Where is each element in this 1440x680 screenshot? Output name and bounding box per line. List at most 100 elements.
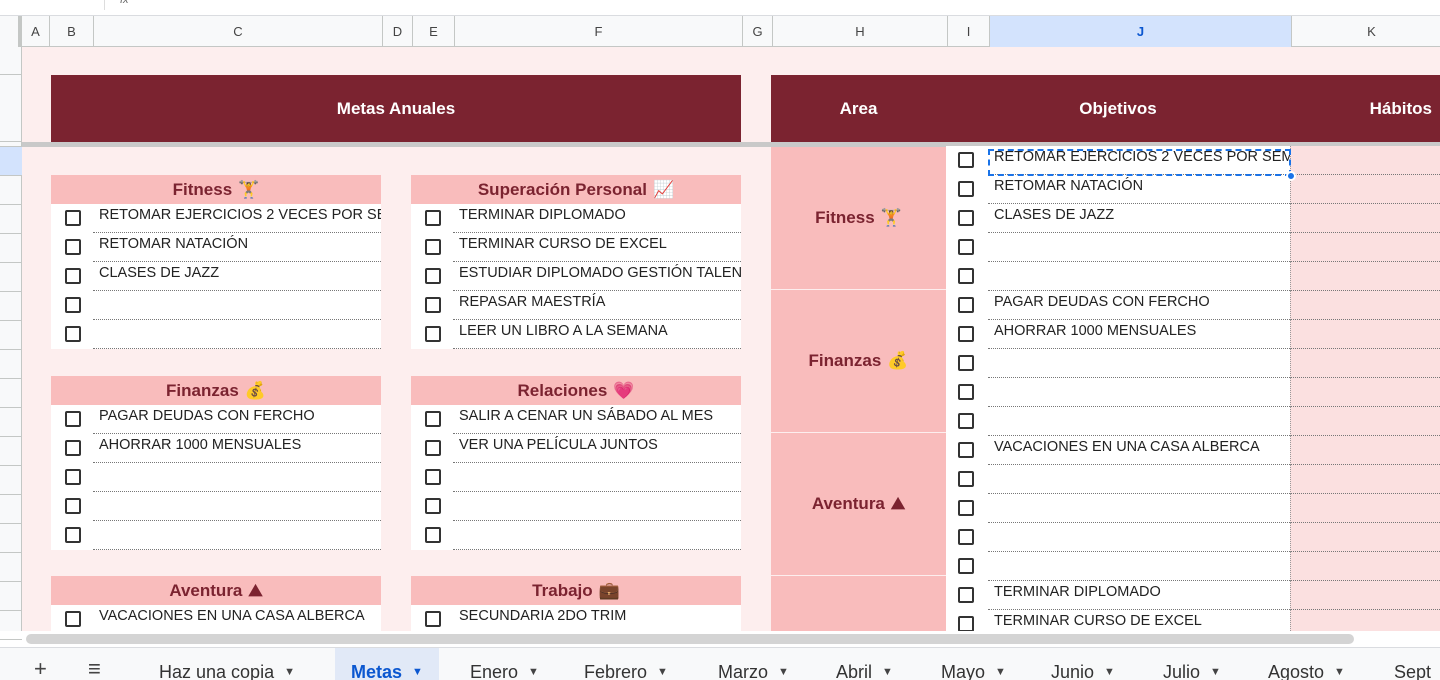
checkbox[interactable] — [958, 268, 974, 284]
checkbox[interactable] — [65, 239, 81, 255]
goal-item-text[interactable]: REPASAR MAESTRÍA — [453, 291, 741, 320]
objetivo-text[interactable]: PAGAR DEUDAS CON FERCHO — [988, 291, 1290, 320]
fill-handle[interactable] — [1286, 171, 1296, 181]
column-header-g[interactable]: G — [743, 16, 773, 47]
sheet-tab-mayo[interactable]: Mayo ▼ — [925, 648, 1022, 680]
row-header[interactable] — [0, 292, 22, 321]
checkbox[interactable] — [425, 611, 441, 627]
habito-cell[interactable] — [1290, 320, 1440, 349]
habito-cell[interactable] — [1290, 233, 1440, 262]
row-header[interactable] — [0, 350, 22, 379]
sheet-tab-metas[interactable]: Metas ▼ — [335, 648, 439, 680]
checkbox[interactable] — [65, 326, 81, 342]
column-header-f[interactable]: F — [455, 16, 743, 47]
row-header[interactable] — [0, 611, 22, 640]
goal-item-text[interactable] — [93, 521, 381, 550]
checkbox[interactable] — [65, 498, 81, 514]
sheet-tab-enero[interactable]: Enero ▼ — [454, 648, 555, 680]
sheet-tab-sept[interactable]: Sept — [1378, 648, 1440, 680]
goal-item-text[interactable]: SALIR A CENAR UN SÁBADO AL MES — [453, 405, 741, 434]
checkbox[interactable] — [425, 210, 441, 226]
checkbox[interactable] — [425, 440, 441, 456]
tab-dropdown-icon[interactable]: ▼ — [412, 666, 423, 678]
row-header[interactable] — [0, 234, 22, 263]
goal-item-text[interactable] — [93, 320, 381, 349]
column-header-j[interactable]: J — [990, 16, 1292, 47]
checkbox[interactable] — [65, 411, 81, 427]
checkbox[interactable] — [958, 616, 974, 631]
checkbox[interactable] — [958, 210, 974, 226]
objetivo-text[interactable]: RETOMAR NATACIÓN — [988, 175, 1290, 204]
scrollbar-thumb[interactable] — [26, 634, 1354, 644]
habito-cell[interactable] — [1290, 523, 1440, 552]
checkbox[interactable] — [958, 471, 974, 487]
checkbox[interactable] — [425, 498, 441, 514]
horizontal-scrollbar[interactable] — [22, 631, 1440, 647]
goal-item-text[interactable]: VACACIONES EN UNA CASA ALBERCA — [93, 605, 381, 631]
objetivo-text[interactable] — [988, 494, 1290, 523]
column-header-h[interactable]: H — [773, 16, 948, 47]
goal-item-text[interactable]: AHORRAR 1000 MENSUALES — [93, 434, 381, 463]
checkbox[interactable] — [425, 297, 441, 313]
goal-item-text[interactable]: TERMINAR CURSO DE EXCEL — [453, 233, 741, 262]
habito-cell[interactable] — [1290, 436, 1440, 465]
checkbox[interactable] — [425, 411, 441, 427]
checkbox[interactable] — [958, 587, 974, 603]
objetivo-text[interactable] — [988, 465, 1290, 494]
goal-item-text[interactable]: RETOMAR NATACIÓN — [93, 233, 381, 262]
row-header[interactable] — [0, 263, 22, 292]
goal-item-text[interactable]: CLASES DE JAZZ — [93, 262, 381, 291]
goal-item-text[interactable] — [453, 521, 741, 550]
habito-cell[interactable] — [1290, 552, 1440, 581]
sheet-tab-abril[interactable]: Abril ▼ — [820, 648, 909, 680]
checkbox[interactable] — [425, 268, 441, 284]
column-header-a[interactable]: A — [22, 16, 50, 47]
checkbox[interactable] — [65, 469, 81, 485]
tab-dropdown-icon[interactable]: ▼ — [284, 666, 295, 678]
column-header-c[interactable]: C — [94, 16, 383, 47]
habito-cell[interactable] — [1290, 146, 1440, 175]
objetivo-text[interactable] — [988, 262, 1290, 291]
row-header[interactable] — [0, 147, 22, 176]
checkbox[interactable] — [958, 152, 974, 168]
habito-cell[interactable] — [1290, 349, 1440, 378]
checkbox[interactable] — [958, 558, 974, 574]
tab-dropdown-icon[interactable]: ▼ — [1104, 666, 1115, 678]
tab-dropdown-icon[interactable]: ▼ — [882, 666, 893, 678]
objetivo-text[interactable] — [988, 378, 1290, 407]
goal-item-text[interactable]: VER UNA PELÍCULA JUNTOS — [453, 434, 741, 463]
select-all-corner[interactable] — [0, 16, 22, 47]
goal-item-text[interactable] — [453, 492, 741, 521]
habito-cell[interactable] — [1290, 494, 1440, 523]
all-sheets-menu-icon[interactable]: ≡ — [88, 658, 101, 680]
goal-item-text[interactable]: SECUNDARIA 2DO TRIM — [453, 605, 741, 631]
row-header[interactable] — [0, 495, 22, 524]
row-header[interactable] — [0, 582, 22, 611]
objetivo-text[interactable] — [988, 523, 1290, 552]
checkbox[interactable] — [958, 384, 974, 400]
goal-item-text[interactable] — [453, 463, 741, 492]
checkbox[interactable] — [65, 297, 81, 313]
habito-cell[interactable] — [1290, 291, 1440, 320]
tab-dropdown-icon[interactable]: ▼ — [1334, 666, 1345, 678]
checkbox[interactable] — [958, 297, 974, 313]
formula-icon[interactable]: fx — [120, 0, 129, 6]
column-header-b[interactable]: B — [50, 16, 94, 47]
row-header[interactable] — [0, 75, 22, 142]
row-header[interactable] — [0, 379, 22, 408]
goal-item-text[interactable]: PAGAR DEUDAS CON FERCHO — [93, 405, 381, 434]
row-header[interactable] — [0, 408, 22, 437]
sheet-tab-haz-una-copia[interactable]: Haz una copia ▼ — [143, 648, 311, 680]
objetivo-text[interactable]: AHORRAR 1000 MENSUALES — [988, 320, 1290, 349]
habito-cell[interactable] — [1290, 407, 1440, 436]
objetivo-text[interactable] — [988, 233, 1290, 262]
checkbox[interactable] — [958, 413, 974, 429]
habito-cell[interactable] — [1290, 581, 1440, 610]
checkbox[interactable] — [65, 268, 81, 284]
objetivo-text[interactable] — [988, 407, 1290, 436]
goal-item-text[interactable] — [93, 463, 381, 492]
checkbox[interactable] — [65, 210, 81, 226]
tab-dropdown-icon[interactable]: ▼ — [995, 666, 1006, 678]
row-header[interactable] — [0, 176, 22, 205]
goal-item-text[interactable] — [93, 291, 381, 320]
